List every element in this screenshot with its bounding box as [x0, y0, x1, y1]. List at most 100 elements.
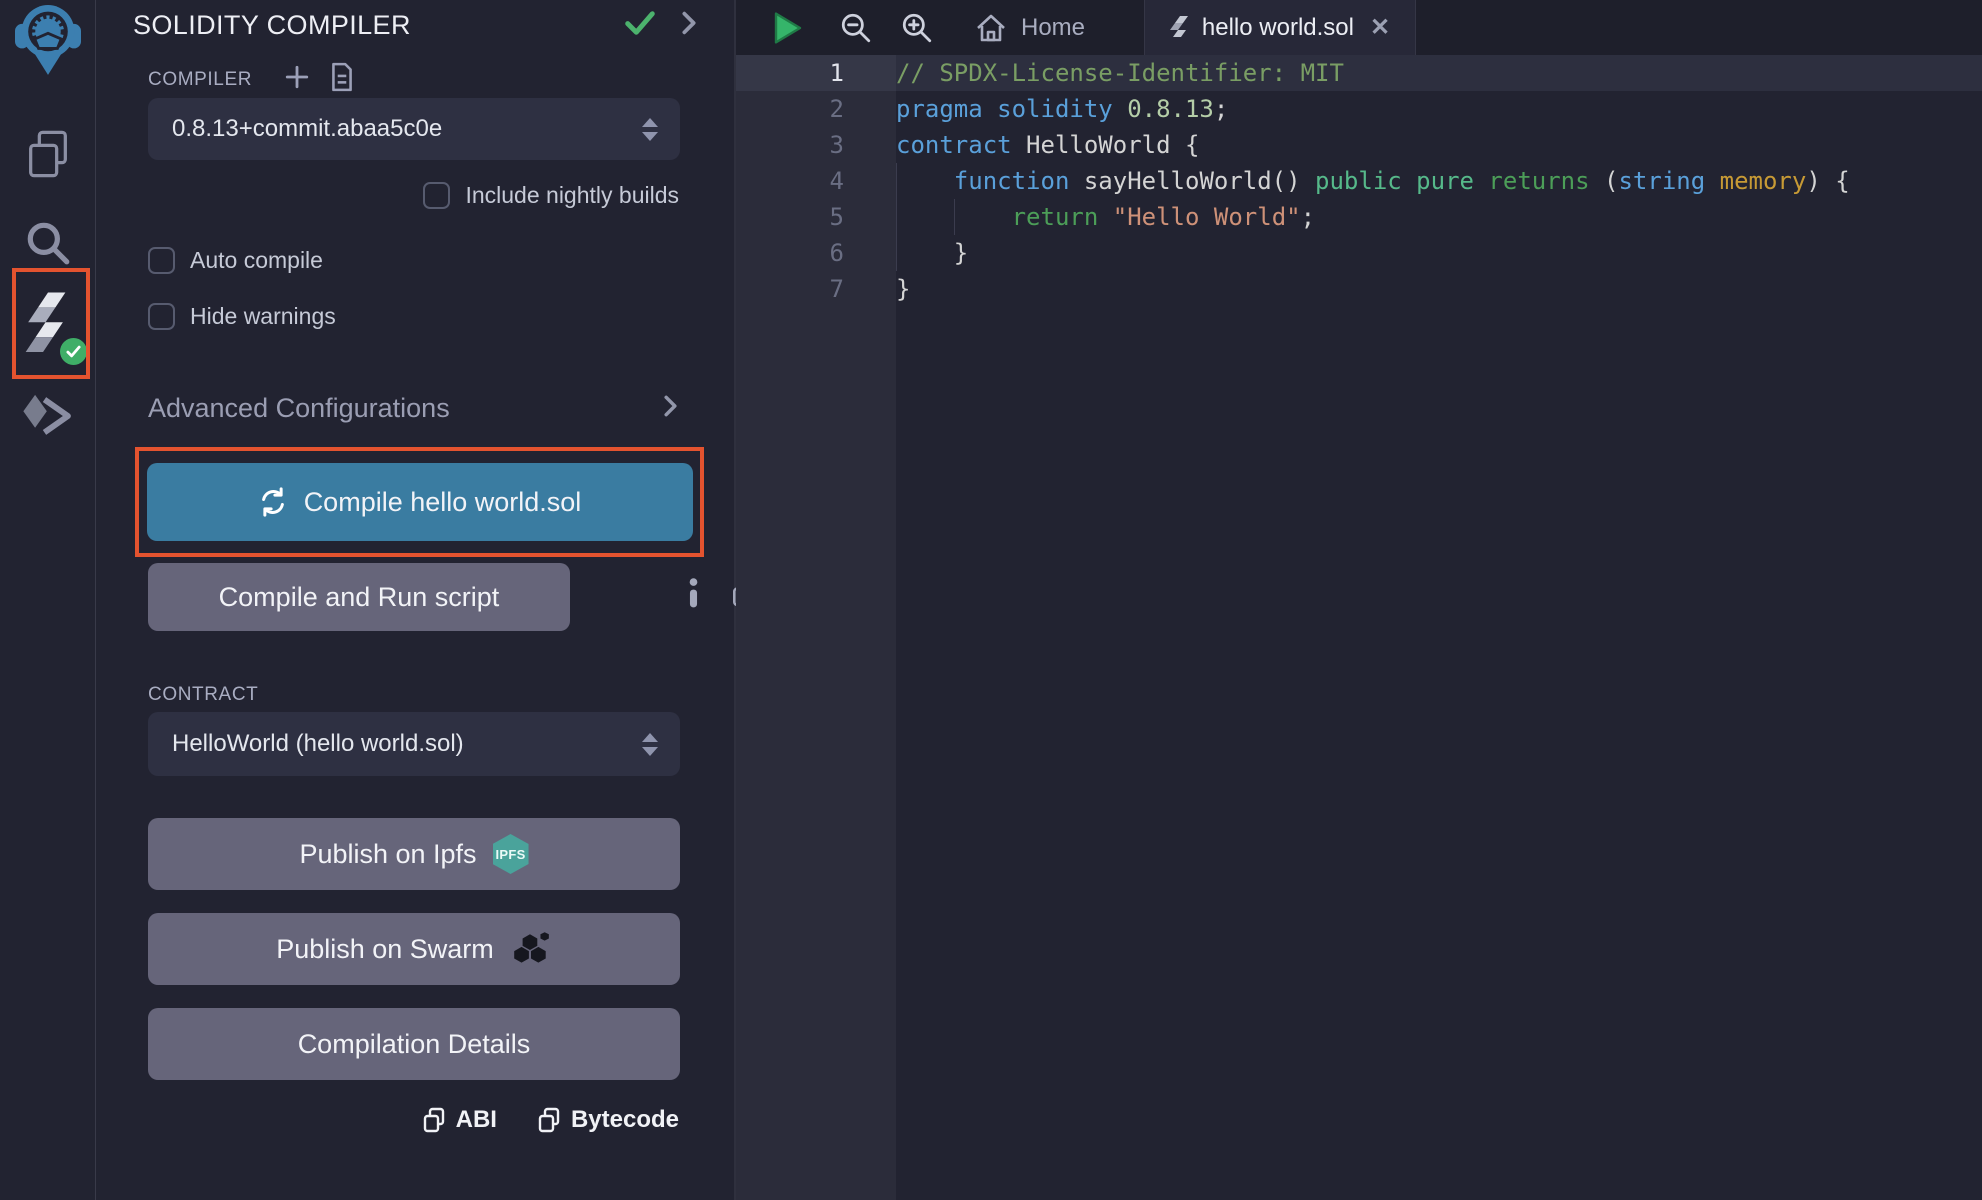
contract-select[interactable]: HelloWorld (hello world.sol)	[148, 712, 680, 776]
copy-abi-button[interactable]: ABI	[422, 1106, 497, 1134]
code-editor[interactable]: 1// SPDX-License-Identifier: MIT2pragma …	[736, 55, 1982, 1200]
activity-icon-bar	[0, 0, 96, 1200]
solidity-compiler-panel: SOLIDITY COMPILER COMPILER	[96, 0, 736, 1200]
ipfs-badge-icon: IPFS	[493, 834, 529, 874]
info-icon[interactable]	[688, 578, 699, 613]
code-token: return	[1012, 203, 1113, 231]
code-token: (	[1604, 167, 1618, 195]
highlight-box-compiler-icon	[12, 268, 90, 379]
code-line[interactable]: 5 return "Hello World";	[736, 199, 1982, 235]
editor-area: Home hello world.sol ✕ 1// SPDX-License-…	[736, 0, 1982, 1200]
auto-compile-checkbox[interactable]	[148, 247, 175, 274]
close-tab-icon[interactable]: ✕	[1370, 13, 1390, 42]
contract-section-label: CONTRACT	[148, 684, 258, 706]
code-token: ;	[1301, 203, 1315, 231]
publish-ipfs-button[interactable]: Publish on Ipfs IPFS	[148, 818, 680, 890]
nightly-builds-label: Include nightly builds	[465, 182, 679, 209]
highlight-box-compile-button: Compile hello world.sol	[135, 447, 704, 557]
chevron-right-icon[interactable]	[682, 11, 696, 40]
compiler-label-text: COMPILER	[148, 69, 252, 91]
hide-warnings-checkbox-row[interactable]: Hide warnings	[148, 303, 336, 330]
code-token: memory	[1720, 167, 1807, 195]
nightly-builds-checkbox-row[interactable]: Include nightly builds	[423, 182, 679, 209]
file-explorer-icon[interactable]	[22, 128, 74, 185]
publish-swarm-label: Publish on Swarm	[276, 934, 494, 965]
code-token: returns	[1488, 167, 1604, 195]
code-token: HelloWorld {	[1026, 131, 1199, 159]
compilation-details-button[interactable]: Compilation Details	[148, 1008, 680, 1080]
auto-compile-label: Auto compile	[190, 247, 323, 274]
zoom-out-icon[interactable]	[839, 0, 873, 55]
code-token: contract	[896, 131, 1026, 159]
editor-tab-bar: Home hello world.sol ✕	[736, 0, 1982, 55]
compiler-version-select[interactable]: 0.8.13+commit.abaa5c0e	[148, 98, 680, 160]
remix-ide-window: SOLIDITY COMPILER COMPILER	[0, 0, 1982, 1200]
code-line[interactable]: 1// SPDX-License-Identifier: MIT	[736, 55, 1982, 91]
tab-home[interactable]: Home	[974, 0, 1085, 55]
line-number: 6	[736, 235, 896, 271]
add-compiler-icon[interactable]	[284, 64, 310, 96]
code-token: string	[1618, 167, 1719, 195]
code-token: }	[954, 239, 968, 267]
sync-icon	[258, 487, 288, 517]
advanced-configurations-toggle[interactable]: Advanced Configurations	[148, 393, 677, 424]
hide-warnings-checkbox[interactable]	[148, 303, 175, 330]
compilation-details-label: Compilation Details	[298, 1029, 531, 1060]
compile-and-run-button[interactable]: Compile and Run script	[148, 563, 570, 631]
select-caret-icon	[642, 118, 658, 141]
tab-hello-world-sol[interactable]: hello world.sol ✕	[1144, 0, 1416, 55]
code-line[interactable]: 4 function sayHelloWorld() public pure re…	[736, 163, 1982, 199]
deploy-run-icon[interactable]	[21, 392, 75, 445]
code-token: public pure	[1315, 167, 1488, 195]
compiler-section-label: COMPILER	[148, 62, 354, 98]
compile-button[interactable]: Compile hello world.sol	[147, 463, 693, 541]
code-token: // SPDX-License-Identifier: MIT	[896, 59, 1344, 87]
zoom-in-icon[interactable]	[900, 0, 934, 55]
line-number: 7	[736, 271, 896, 307]
run-script-play-icon[interactable]	[772, 0, 804, 55]
code-lines: 1// SPDX-License-Identifier: MIT2pragma …	[736, 55, 1982, 307]
search-icon[interactable]	[23, 218, 73, 273]
indent-guide	[896, 163, 897, 199]
code-line[interactable]: 3contract HelloWorld {	[736, 127, 1982, 163]
indent-guide	[954, 199, 955, 235]
line-number: 2	[736, 91, 896, 127]
contract-label-text: CONTRACT	[148, 684, 258, 706]
compiled-check-icon	[624, 10, 656, 41]
line-number: 1	[736, 55, 896, 91]
indent-guide	[896, 199, 897, 235]
code-token: function	[954, 167, 1084, 195]
abi-label: ABI	[456, 1106, 497, 1134]
panel-title: SOLIDITY COMPILER	[133, 10, 411, 41]
code-token: ) {	[1806, 167, 1849, 195]
line-number: 4	[736, 163, 896, 199]
solidity-file-icon	[1170, 15, 1190, 41]
publish-swarm-button[interactable]: Publish on Swarm	[148, 913, 680, 985]
code-line[interactable]: 7}	[736, 271, 1982, 307]
chevron-right-icon	[664, 395, 677, 422]
code-token: ;	[1214, 95, 1228, 123]
indent-guide	[896, 235, 897, 271]
select-caret-icon	[642, 733, 658, 756]
remix-logo-icon[interactable]	[15, 3, 81, 80]
compile-and-run-label: Compile and Run script	[219, 582, 500, 613]
compiler-version-value: 0.8.13+commit.abaa5c0e	[172, 115, 442, 143]
compile-button-label: Compile hello world.sol	[304, 487, 582, 518]
copy-bytecode-button[interactable]: Bytecode	[537, 1106, 679, 1134]
code-line[interactable]: 6}	[736, 235, 1982, 271]
auto-compile-checkbox-row[interactable]: Auto compile	[148, 247, 323, 274]
file-tab-label: hello world.sol	[1202, 14, 1354, 42]
compiler-file-icon[interactable]	[330, 62, 354, 98]
code-token: }	[896, 275, 910, 303]
line-number: 5	[736, 199, 896, 235]
code-token: sayHelloWorld()	[1084, 167, 1315, 195]
home-tab-label: Home	[1021, 14, 1085, 42]
nightly-builds-checkbox[interactable]	[423, 182, 450, 209]
advanced-configurations-label: Advanced Configurations	[148, 393, 450, 424]
code-token: "Hello World"	[1113, 203, 1301, 231]
panel-header: SOLIDITY COMPILER	[133, 10, 696, 41]
publish-ipfs-label: Publish on Ipfs	[299, 839, 476, 870]
bytecode-label: Bytecode	[571, 1106, 679, 1134]
code-line[interactable]: 2pragma solidity 0.8.13;	[736, 91, 1982, 127]
code-token: pragma solidity	[896, 95, 1127, 123]
